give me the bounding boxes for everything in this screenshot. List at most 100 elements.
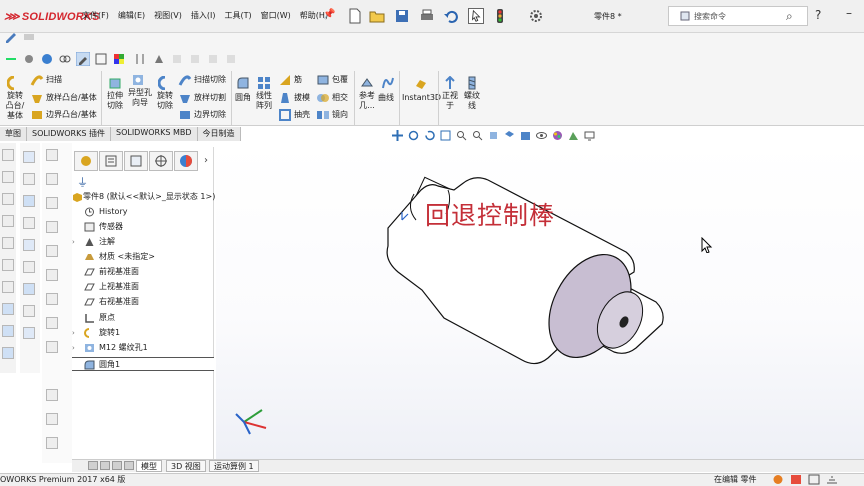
tree-item-annotations[interactable]: › 注解 [72,235,214,249]
lofted-cut-button[interactable]: 放样切割 [194,93,226,103]
expand-arrow-icon[interactable]: › [72,235,75,249]
strip3-tool-icon[interactable] [46,293,58,305]
strip3-tool-icon[interactable] [46,389,58,401]
rotate-view-icon[interactable] [408,130,419,141]
strip3-tool-icon[interactable] [46,317,58,329]
boundary-cut-icon[interactable] [178,108,192,122]
thread-button[interactable]: 螺纹线 [461,91,483,111]
strip2-tool-icon[interactable] [23,283,35,295]
tree-item-front-plane[interactable]: 前视基准面 [72,265,214,279]
hole-wizard-icon[interactable] [131,73,145,87]
zoom-to-area-icon[interactable] [456,130,467,141]
tree-item-fillet1[interactable]: 圆角1 [72,357,214,371]
smart-dimension-icon[interactable] [22,30,36,44]
tree-item-right-plane[interactable]: 右视基准面 [72,295,214,309]
strip2-tool-icon[interactable] [23,217,35,229]
shell-icon[interactable] [278,108,292,122]
measure-icon[interactable] [133,52,147,66]
curves-icon[interactable] [381,76,395,90]
revolve-boss-icon[interactable] [7,76,21,90]
display-style-icon[interactable] [520,130,531,141]
menu-view[interactable]: 视图(V) [154,10,182,21]
strip2-tool-icon[interactable] [23,327,35,339]
loft-boss-button[interactable]: 放样凸台/基体 [46,93,97,103]
strip1-tool-icon[interactable] [2,347,14,359]
table-icon[interactable] [23,151,35,163]
expand-arrow-icon[interactable]: › [72,326,75,340]
print-icon[interactable] [419,8,435,24]
strip3-tool-icon[interactable] [46,149,58,161]
tab-solidworks-addins[interactable]: SOLIDWORKS 插件 [27,127,111,141]
tree-item-m12-tapped-hole[interactable]: › M12 螺纹孔1 [72,341,214,355]
tree-root-part[interactable]: 零件8 (默认<<默认>_显示状态 1>) [72,190,215,204]
status-input-method-icon[interactable] [808,474,820,485]
boundary-cut-button[interactable]: 边界切除 [194,110,226,120]
strip1-tool-icon[interactable] [2,193,14,205]
revolved-cut-button[interactable]: 旋转 切除 [153,91,177,111]
minimize-icon[interactable]: – [846,6,852,20]
move-icon[interactable] [392,130,403,141]
status-units-icon[interactable] [772,474,784,485]
strip3-tool-icon[interactable] [46,197,58,209]
revolve-boss-button[interactable]: 旋转 凸台/基体 [3,91,27,121]
strip3-tool-icon[interactable] [46,341,58,353]
intersect-button[interactable]: 相交 [332,93,348,103]
instant3d-button[interactable]: Instant3D [402,93,441,103]
mass-properties-icon[interactable] [152,52,166,66]
hole-wizard-button[interactable]: 异型孔 向导 [126,88,154,108]
strip3-tool-icon[interactable] [46,221,58,233]
property-manager-tab[interactable] [99,151,123,171]
tree-item-revolve1[interactable]: › 旋转1 [72,326,214,340]
menu-edit[interactable]: 编辑(E) [118,10,145,21]
first-tab-icon[interactable] [88,461,98,470]
shell-button[interactable]: 抽壳 [294,110,310,120]
expand-arrow-icon[interactable]: › [72,341,75,355]
edit-appearance-icon[interactable] [552,130,563,141]
search-scope-icon[interactable] [680,11,690,21]
boundary-boss-icon[interactable] [30,108,44,122]
rib-icon[interactable] [278,73,292,87]
strip3-tool-icon[interactable] [46,437,58,449]
sphere-icon[interactable] [40,52,54,66]
strip1-tool-icon[interactable] [2,303,14,315]
view-orientation-icon[interactable] [504,130,515,141]
previous-view-icon[interactable] [424,130,435,141]
strip3-tool-icon[interactable] [46,269,58,281]
filter-icon[interactable]: ⏚ [77,174,88,190]
curves-button[interactable]: 曲线 [378,93,394,103]
select-cursor-icon[interactable] [468,8,484,24]
normal-to-icon[interactable] [443,76,457,90]
new-document-icon[interactable] [347,8,363,24]
strip1-tool-icon[interactable] [2,171,14,183]
display-manager-tab[interactable] [174,151,198,171]
intersect-icon[interactable] [316,91,330,105]
tree-item-history[interactable]: History [72,205,214,219]
open-folder-icon[interactable] [369,8,385,24]
tab-make-today[interactable]: 今日制造 [197,127,241,141]
status-sogou-icon[interactable] [790,474,802,485]
swept-cut-button[interactable]: 扫描切除 [194,75,226,85]
strip1-tool-icon[interactable] [2,215,14,227]
tab-motion-study-1[interactable]: 运动算例 1 [209,460,259,472]
view-settings-icon[interactable] [584,130,595,141]
zoom-to-fit-icon[interactable] [440,130,451,141]
menu-file[interactable]: 文件(F) [82,10,109,21]
tab-model[interactable]: 模型 [136,460,162,472]
menu-tools[interactable]: 工具(T) [224,10,251,21]
draft-button[interactable]: 拔模 [294,93,310,103]
next-tab-icon[interactable] [112,461,122,470]
tree-item-top-plane[interactable]: 上视基准面 [72,280,214,294]
mirror-button[interactable]: 镜向 [332,110,348,120]
zoom-in-out-icon[interactable] [472,130,483,141]
draft-icon[interactable] [278,91,292,105]
tree-item-sensors[interactable]: 传感器 [72,220,214,234]
tree-item-origin[interactable]: 原点 [72,311,214,325]
panel-expand-chevron-icon[interactable]: › [204,155,208,166]
strip1-tool-icon[interactable] [2,149,14,161]
wrap-button[interactable]: 包覆 [332,75,348,85]
save-icon[interactable] [394,8,410,24]
section-view-icon[interactable] [488,130,499,141]
hide-show-items-icon[interactable] [536,130,547,141]
feature-manager-tab[interactable] [74,151,98,171]
strip2-tool-icon[interactable] [23,195,35,207]
